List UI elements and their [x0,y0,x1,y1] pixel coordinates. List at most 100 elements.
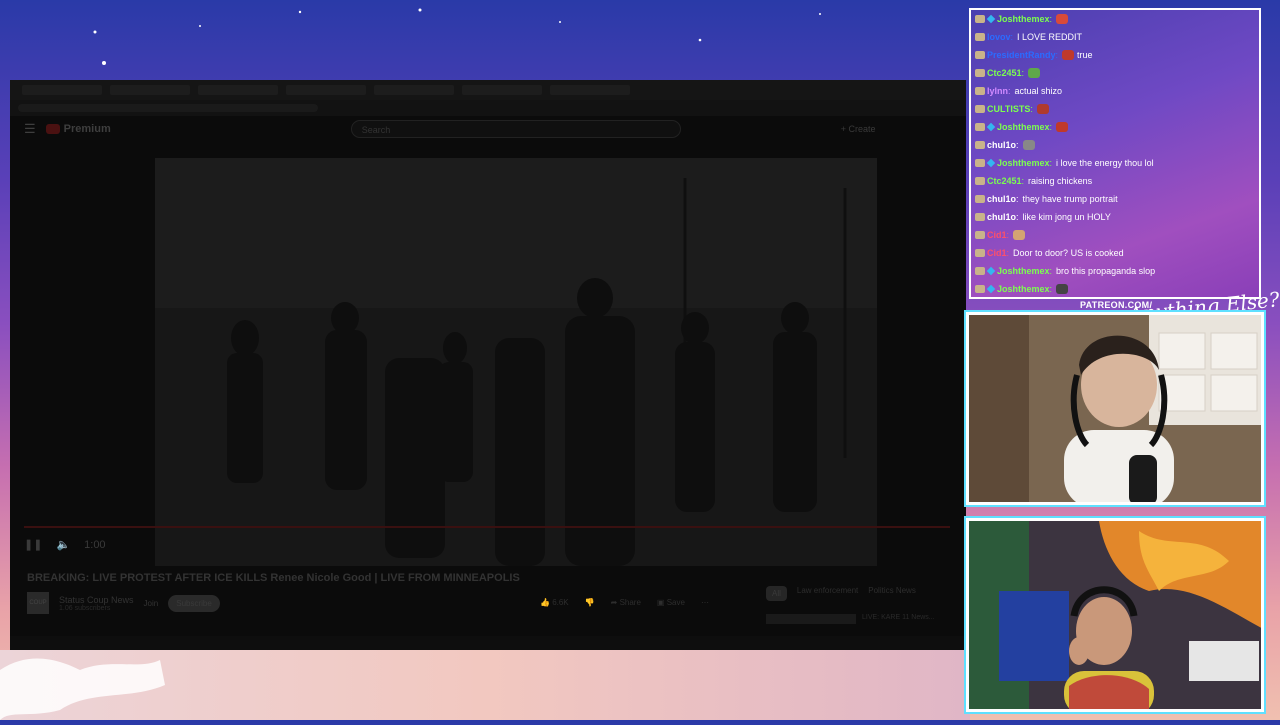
chat-username[interactable]: chul1o [987,212,1016,222]
browser-tab[interactable] [374,85,454,95]
dislike-icon[interactable]: 👎 [585,598,595,607]
chat-emote-icon [1013,230,1026,240]
browser-tab[interactable] [198,85,278,95]
chat-username[interactable]: lovov [987,32,1011,42]
chat-message: lovov: I LOVE REDDIT [971,28,1259,46]
chat-text: they have trump portrait [1022,194,1118,204]
chat-text: like kim jong un HOLY [1022,212,1111,222]
chat-badge-icon [975,213,985,221]
chat-message: PresidentRandy: true [971,46,1259,64]
chat-message: Ctc2451: raising chickens [971,172,1259,190]
chat-username[interactable]: Cid1 [987,248,1007,258]
chat-text: true [1077,50,1093,60]
chat-badge-icon [975,69,985,77]
like-button[interactable]: 👍 6.6K [540,598,569,607]
chat-text: I LOVE REDDIT [1017,32,1083,42]
subscriber-badge-icon [986,158,996,168]
chat-text: actual shizo [1014,86,1063,96]
chat-username[interactable]: Ctc2451 [987,68,1022,78]
chat-message: Ctc2451: [971,64,1259,82]
chat-message: Cid1: [971,226,1259,244]
youtube-logo[interactable]: Premium [45,123,111,135]
chat-username[interactable]: chul1o [987,194,1016,204]
volume-icon[interactable]: 🔈 [56,538,70,551]
chat-message: CULTISTS: [971,100,1259,118]
chat-message: Cid1: Door to door? US is cooked [971,244,1259,262]
chat-message: Joshthemex: [971,118,1259,136]
chat-badge-icon [975,159,985,167]
search-input[interactable]: Search [350,120,681,138]
save-button[interactable]: ▣ Save [657,598,685,607]
chat-username[interactable]: Joshthemex [997,158,1050,168]
chip-all[interactable]: All [766,586,787,601]
chat-emote-icon [1036,104,1049,114]
video-time: 1:00 [84,538,106,551]
pause-icon[interactable]: ❚❚ [24,538,42,551]
subscriber-badge-icon [986,284,996,294]
browser-tab[interactable] [286,85,366,95]
join-button[interactable]: Join [144,599,159,608]
channel-row: COUP Status Coup News 1.06 subscribers J… [27,592,220,614]
chat-emote-icon [1056,284,1069,294]
chat-username[interactable]: chul1o [987,140,1016,150]
chat-username[interactable]: Joshthemex [997,122,1050,132]
chat-message: Joshthemex: bro this propaganda slop [971,262,1259,280]
browser-tab[interactable] [110,85,190,95]
recommended-title: LIVE: KARE 11 News... [862,614,935,621]
chat-message: chul1o: like kim jong un HOLY [971,208,1259,226]
chip-law-enforcement[interactable]: Law enforcement [797,586,858,601]
chat-username[interactable]: Cid1 [987,230,1007,240]
chat-badge-icon [975,15,985,23]
channel-subscriber-count: 1.06 subscribers [59,604,111,612]
youtube-header: ☰ Premium Search + Create [10,116,966,142]
browser-tab[interactable] [22,85,102,95]
address-bar[interactable] [10,100,966,116]
chat-username[interactable]: lylnn [987,86,1008,96]
share-label: Share [619,598,641,607]
subscribe-button[interactable]: Subscribe [168,594,220,612]
chat-message: Joshthemex: [971,10,1259,28]
recommended-item[interactable]: LIVE: KARE 11 News... [766,614,935,624]
chat-username[interactable]: PresidentRandy [987,50,1056,60]
chip-bar: All Law enforcement Politics News [766,586,916,601]
browser-tab[interactable] [550,85,630,95]
menu-icon[interactable]: ☰ [24,121,36,137]
video-progress-bar[interactable] [24,526,950,528]
cloud-decoration [0,640,190,720]
chat-username[interactable]: Joshthemex [997,284,1050,294]
subscriber-badge-icon [986,122,996,132]
save-label: Save [666,598,685,607]
webcam-bottom-feed [969,521,1261,709]
like-count: 6.6K [552,598,569,607]
chat-emote-icon [1062,50,1075,60]
chat-username[interactable]: CULTISTS [987,104,1030,114]
video-player[interactable] [155,158,877,566]
recommended-thumbnail [766,614,856,624]
chat-badge-icon [975,33,985,41]
webcam-top [966,312,1264,505]
chat-message: chul1o: they have trump portrait [971,190,1259,208]
browser-tab[interactable] [462,85,542,95]
player-controls: ❚❚ 🔈 1:00 [24,538,106,552]
chat-message: Joshthemex: i love the energy thou lol [971,154,1259,172]
create-button[interactable]: + Create [841,124,876,134]
share-button[interactable]: ➦ Share [611,598,641,607]
chat-text: i love the energy thou lol [1056,158,1154,168]
chip-politics-news[interactable]: Politics News [868,586,916,601]
chat-message: chul1o: [971,136,1259,154]
taskbar [10,636,966,650]
channel-avatar[interactable]: COUP [27,592,49,614]
webcam-top-feed [969,315,1261,502]
chat-badge-icon [975,51,985,59]
chat-badge-icon [975,105,985,113]
youtube-play-icon [45,124,60,134]
chat-message: lylnn: actual shizo [971,82,1259,100]
chat-username[interactable]: Joshthemex [997,266,1050,276]
more-icon[interactable]: ⋯ [701,598,709,607]
chat-username[interactable]: Joshthemex [997,14,1050,24]
chat-username[interactable]: Ctc2451 [987,176,1022,186]
chat-emote-icon [1056,122,1069,132]
channel-name[interactable]: Status Coup News [59,595,134,605]
create-label: Create [848,124,876,134]
youtube-logo-text: Premium [63,123,111,135]
